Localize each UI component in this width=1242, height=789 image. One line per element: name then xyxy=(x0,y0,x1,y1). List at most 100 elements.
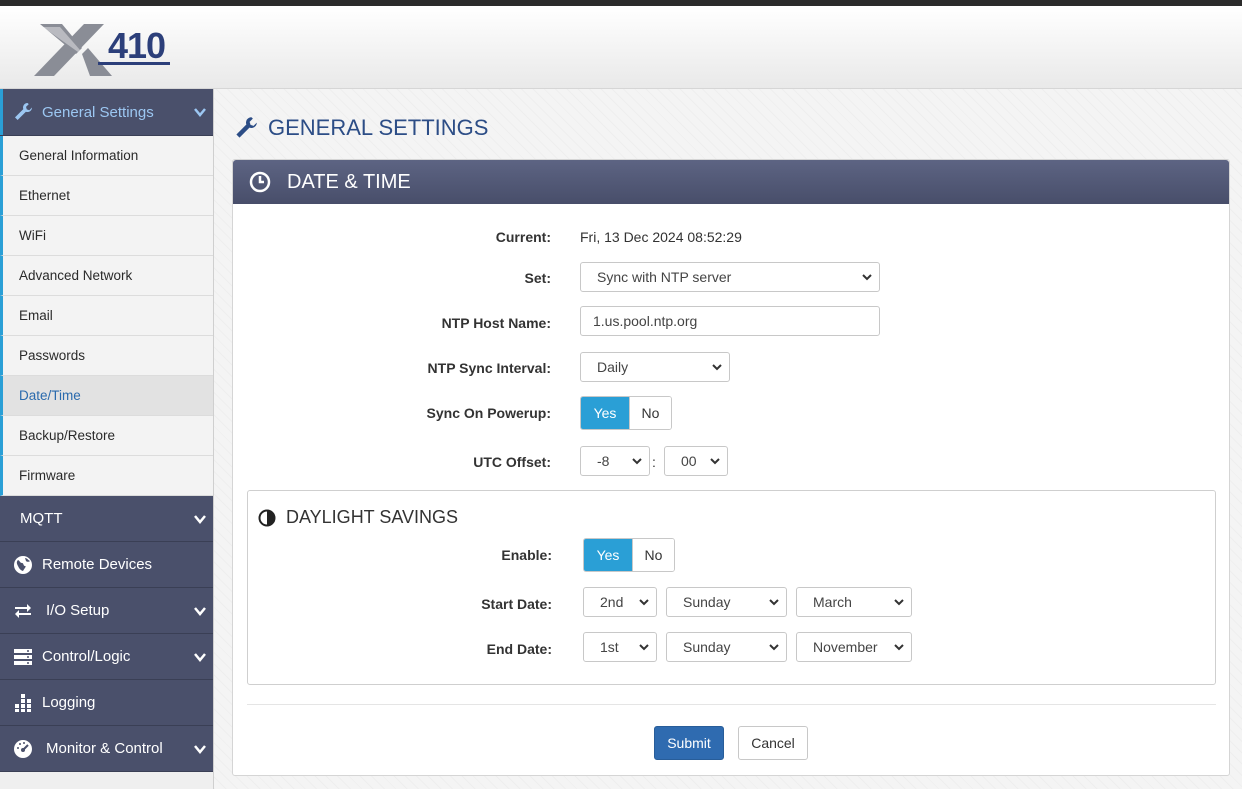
select-arrow-icon xyxy=(710,458,720,465)
nav-group-io-setup[interactable]: I/O Setup xyxy=(0,588,213,634)
date-time-panel: DATE & TIME Current: Fri, 13 Dec 2024 08… xyxy=(232,159,1230,776)
sidebar-item-wifi[interactable]: WiFi xyxy=(0,216,213,256)
header: 410 xyxy=(0,6,1242,89)
utc-minutes-value: 00 xyxy=(681,453,697,469)
sidebar-item-passwords[interactable]: Passwords xyxy=(0,336,213,376)
globe-icon xyxy=(12,554,34,576)
nav-group-label: Control/Logic xyxy=(42,648,131,665)
dst-start-week-value: 2nd xyxy=(600,594,624,610)
set-mode-value: Sync with NTP server xyxy=(597,269,732,285)
utc-hours-select[interactable]: -8 xyxy=(580,446,650,476)
nav-group-control-logic[interactable]: Control/Logic xyxy=(0,634,213,680)
nav-group-logging[interactable]: Logging xyxy=(0,680,213,726)
sync-powerup-no-button[interactable]: No xyxy=(629,397,671,429)
select-arrow-icon xyxy=(639,644,649,651)
form-divider xyxy=(247,704,1216,705)
main-content: GENERAL SETTINGS DATE & TIME Current: Fr… xyxy=(214,89,1242,789)
utc-minutes-select[interactable]: 00 xyxy=(664,446,728,476)
nav-group-label: Remote Devices xyxy=(42,556,153,573)
wrench-icon xyxy=(236,117,257,138)
chevron-down-icon xyxy=(194,108,206,117)
nav-group-mqtt[interactable]: MQTT xyxy=(0,496,213,542)
select-arrow-icon xyxy=(769,644,779,651)
utc-separator: : xyxy=(652,454,656,470)
sidebar-item-backup-restore[interactable]: Backup/Restore xyxy=(0,416,213,456)
chevron-down-icon xyxy=(194,652,206,662)
sidebar-item-general-information[interactable]: General Information xyxy=(0,136,213,176)
nav-group-label: Monitor & Control xyxy=(46,740,163,757)
dst-end-month-select[interactable]: November xyxy=(796,632,912,662)
sidebar-item-ethernet[interactable]: Ethernet xyxy=(0,176,213,216)
ntp-interval-label: NTP Sync Interval: xyxy=(427,360,551,376)
panel-header: DATE & TIME xyxy=(233,160,1229,204)
select-arrow-icon xyxy=(894,644,904,651)
ntp-interval-value: Daily xyxy=(597,359,629,375)
sidebar: General Settings General Information Eth… xyxy=(0,89,214,789)
dst-end-label: End Date: xyxy=(486,641,552,657)
dst-end-week-select[interactable]: 1st xyxy=(583,632,657,662)
select-arrow-icon xyxy=(639,599,649,606)
set-mode-select[interactable]: Sync with NTP server xyxy=(580,262,880,292)
set-label: Set: xyxy=(524,270,551,286)
server-icon xyxy=(12,646,34,668)
cancel-button[interactable]: Cancel xyxy=(738,726,808,760)
panel-title: DATE & TIME xyxy=(287,170,411,193)
ntp-interval-select[interactable]: Daily xyxy=(580,352,730,382)
current-label: Current: xyxy=(495,229,551,245)
current-value: Fri, 13 Dec 2024 08:52:29 xyxy=(580,229,742,245)
chevron-down-icon xyxy=(194,744,206,754)
dst-end-day-select[interactable]: Sunday xyxy=(666,632,787,662)
daylight-savings-section: DAYLIGHT SAVINGS Enable: Yes No Start Da… xyxy=(247,490,1216,685)
sidebar-item-firmware[interactable]: Firmware xyxy=(0,456,213,496)
svg-text:410: 410 xyxy=(108,25,165,66)
select-arrow-icon xyxy=(632,458,642,465)
sidebar-item-advanced-network[interactable]: Advanced Network xyxy=(0,256,213,296)
dst-enable-label: Enable: xyxy=(501,547,552,563)
dst-start-day-select[interactable]: Sunday xyxy=(666,587,787,617)
select-arrow-icon xyxy=(862,274,872,281)
wrench-icon xyxy=(12,101,34,123)
select-arrow-icon xyxy=(894,599,904,606)
dst-end-month-value: November xyxy=(813,639,878,655)
utc-hours-value: -8 xyxy=(597,453,610,469)
nav-group-label: MQTT xyxy=(20,510,63,527)
daylight-savings-title-text: DAYLIGHT SAVINGS xyxy=(286,507,459,527)
dst-end-week-value: 1st xyxy=(600,639,619,655)
submit-button[interactable]: Submit xyxy=(654,726,724,760)
chevron-down-icon xyxy=(194,514,206,524)
utc-offset-label: UTC Offset: xyxy=(473,454,551,470)
sidebar-item-date-time[interactable]: Date/Time xyxy=(0,376,213,416)
transfer-arrows-icon xyxy=(12,600,34,622)
nav-group-monitor-control[interactable]: Monitor & Control xyxy=(0,726,213,772)
page-title-text: GENERAL SETTINGS xyxy=(268,115,489,140)
dst-end-day-value: Sunday xyxy=(683,639,731,655)
sidebar-item-email[interactable]: Email xyxy=(0,296,213,336)
dst-start-label: Start Date: xyxy=(481,596,552,612)
clock-icon xyxy=(249,171,271,193)
gauge-icon xyxy=(12,738,34,760)
ntp-host-input[interactable]: 1.us.pool.ntp.org xyxy=(580,306,880,336)
nav-group-remote-devices[interactable]: Remote Devices xyxy=(0,542,213,588)
dst-enable-yes-button[interactable]: Yes xyxy=(584,539,632,571)
nav-group-label: General Settings xyxy=(42,103,154,121)
nav-group-label: I/O Setup xyxy=(46,602,110,619)
ntp-host-value: 1.us.pool.ntp.org xyxy=(593,313,698,329)
dst-enable-no-button[interactable]: No xyxy=(632,539,674,571)
nav-group-label: Logging xyxy=(42,694,96,711)
select-arrow-icon xyxy=(712,364,722,371)
sync-powerup-toggle: Yes No xyxy=(580,396,672,430)
bars-icon xyxy=(12,692,34,714)
dst-start-month-value: March xyxy=(813,594,852,610)
page-title: GENERAL SETTINGS xyxy=(234,115,488,141)
sync-powerup-label: Sync On Powerup: xyxy=(426,405,551,421)
daylight-savings-title: DAYLIGHT SAVINGS xyxy=(258,507,458,528)
select-arrow-icon xyxy=(769,599,779,606)
dst-start-day-value: Sunday xyxy=(683,594,731,610)
half-circle-icon xyxy=(258,509,276,526)
nav-group-general-settings[interactable]: General Settings xyxy=(0,89,213,136)
dst-start-week-select[interactable]: 2nd xyxy=(583,587,657,617)
chevron-down-icon xyxy=(194,606,206,616)
dst-start-month-select[interactable]: March xyxy=(796,587,912,617)
ntp-host-label: NTP Host Name: xyxy=(441,315,551,331)
sync-powerup-yes-button[interactable]: Yes xyxy=(581,397,629,429)
